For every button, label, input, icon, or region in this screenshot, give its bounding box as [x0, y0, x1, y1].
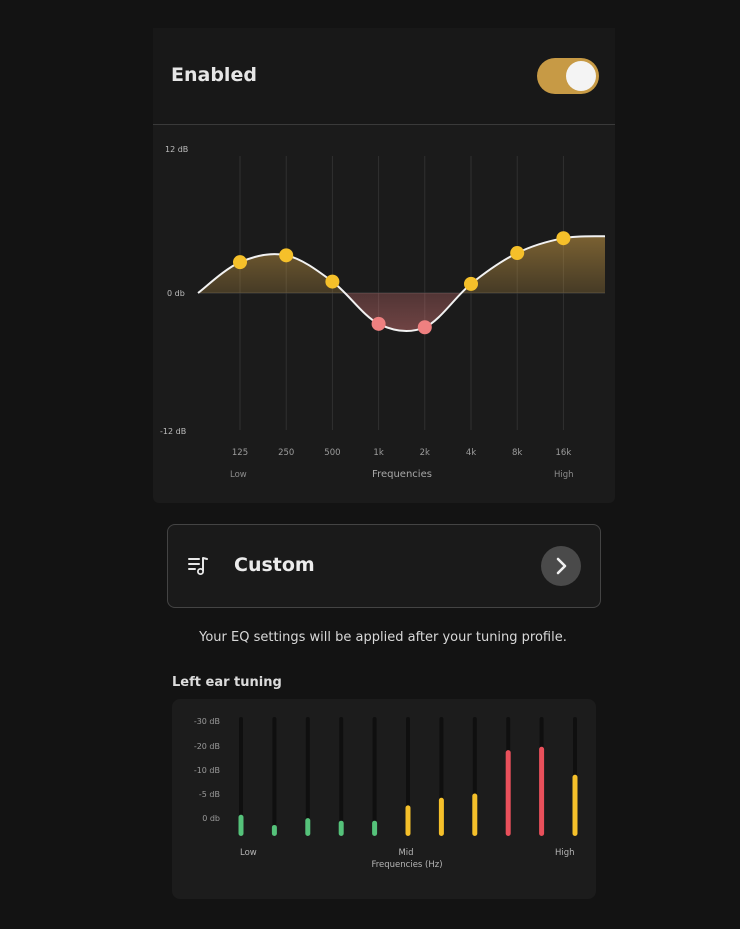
tuning-y-tick: -5 dB [199, 790, 220, 799]
eq-band-handle[interactable] [279, 248, 294, 263]
tuning-bar [472, 793, 478, 836]
eq-x-tick: 16k [556, 448, 572, 458]
tuning-panel: -30 dB -20 dB -10 dB -5 dB 0 db Low Mid Freq… [172, 699, 596, 899]
tuning-track [272, 717, 277, 836]
eq-chart: 125 250 500 1k 2k 4k 8k 16k 12 dB 0 db -12 dB L… [160, 145, 606, 480]
eq-x-tick: 2k [420, 448, 430, 458]
eq-band-handle[interactable] [417, 320, 432, 335]
tuning-y-ticks: -30 dB -20 dB -10 dB -5 dB 0 db [194, 717, 220, 823]
enabled-label: Enabled [171, 64, 257, 86]
eq-band-handle[interactable] [233, 255, 247, 270]
tuning-x-title: Frequencies (Hz) [371, 860, 442, 870]
tuning-y-tick: -10 dB [194, 766, 220, 775]
tuning-low-label: Low [240, 848, 257, 858]
tuning-y-tick: -30 dB [194, 717, 220, 726]
tuning-bar [338, 820, 344, 836]
eq-x-tick: 250 [278, 448, 294, 458]
tuning-bar [539, 746, 545, 836]
tuning-bar [372, 820, 378, 836]
chevron-right-icon [556, 557, 567, 575]
tuning-track [339, 717, 344, 836]
tuning-chart: -30 dB -20 dB -10 dB -5 dB 0 db Low Mid Freq… [194, 717, 578, 870]
tuning-bar [572, 774, 578, 836]
enabled-toggle[interactable] [537, 58, 599, 94]
tuning-y-tick: 0 db [202, 814, 220, 823]
tuning-mid-label: Mid [398, 848, 413, 858]
y-mid-label: 0 db [167, 289, 185, 298]
tuning-title: Left ear tuning [172, 675, 282, 690]
eq-note: Your EQ settings will be applied after y… [199, 630, 567, 645]
tuning-bar [405, 805, 411, 836]
tuning-bar [305, 818, 311, 836]
eq-x-tick: 500 [324, 448, 340, 458]
tuning-bars [238, 717, 578, 836]
eq-x-tick: 125 [232, 448, 248, 458]
tuning-bar [271, 824, 277, 836]
eq-x-ticks: 125 250 500 1k 2k 4k 8k 16k [232, 448, 571, 458]
x-high-label: High [554, 470, 574, 480]
x-low-label: Low [230, 470, 247, 480]
preset-open-button[interactable] [541, 546, 581, 586]
eq-band-handle[interactable] [464, 276, 478, 291]
toggle-knob [566, 61, 596, 91]
eq-chart-panel: 125 250 500 1k 2k 4k 8k 16k 12 dB 0 db -12 dB L… [153, 125, 615, 503]
eq-x-tick: 8k [512, 448, 522, 458]
y-top-label: 12 dB [165, 145, 188, 154]
eq-band-handle[interactable] [325, 274, 340, 289]
eq-band-handle[interactable] [556, 231, 571, 246]
y-bottom-label: -12 dB [160, 427, 186, 436]
tuning-bar [438, 797, 444, 836]
enabled-row: Enabled [153, 28, 615, 125]
eq-band-handle[interactable] [510, 246, 525, 261]
eq-band-handle[interactable] [371, 316, 386, 331]
app-screen: Enabled 125 250 500 1k 2k 4k 8k 16k 12 d… [0, 0, 740, 929]
x-title: Frequencies [372, 469, 432, 480]
tuning-high-label: High [555, 848, 575, 858]
tuning-bar [505, 750, 511, 836]
tuning-track [372, 717, 377, 836]
preset-selector[interactable]: Custom [167, 524, 601, 608]
eq-x-tick: 4k [466, 448, 476, 458]
preset-label: Custom [234, 554, 315, 576]
eq-x-tick: 1k [373, 448, 383, 458]
music-list-icon [188, 557, 208, 575]
tuning-bar [238, 814, 244, 836]
tuning-y-tick: -20 dB [194, 742, 220, 751]
